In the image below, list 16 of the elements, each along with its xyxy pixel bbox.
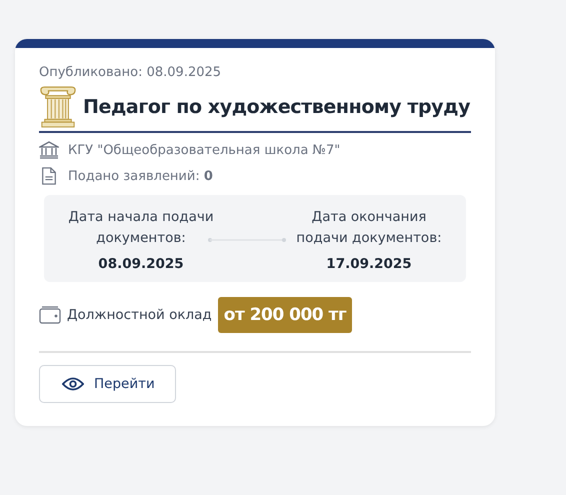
- go-button[interactable]: Перейти: [39, 365, 176, 403]
- date-value: 17.09.2025: [326, 256, 412, 272]
- column-icon: [39, 85, 77, 129]
- document-icon: [39, 167, 59, 185]
- eye-icon: [62, 376, 84, 392]
- vacancy-title: Педагог по художественному труду: [83, 96, 470, 118]
- bank-building-icon: [39, 141, 59, 159]
- date-value: 08.09.2025: [98, 256, 184, 272]
- organization-name: КГУ "Общеобразовательная школа №7": [68, 142, 340, 158]
- salary-label: Должностной оклад: [67, 307, 212, 323]
- date-label: Дата начала подачи документов:: [67, 208, 215, 248]
- published-date: Опубликовано: 08.09.2025: [39, 65, 222, 80]
- wallet-icon: [39, 306, 61, 324]
- date-label: Дата окончания подачи документов:: [295, 208, 443, 248]
- applications-count: Подано заявлений: 0: [68, 168, 213, 184]
- salary-badge: от 200 000 тг: [218, 297, 352, 333]
